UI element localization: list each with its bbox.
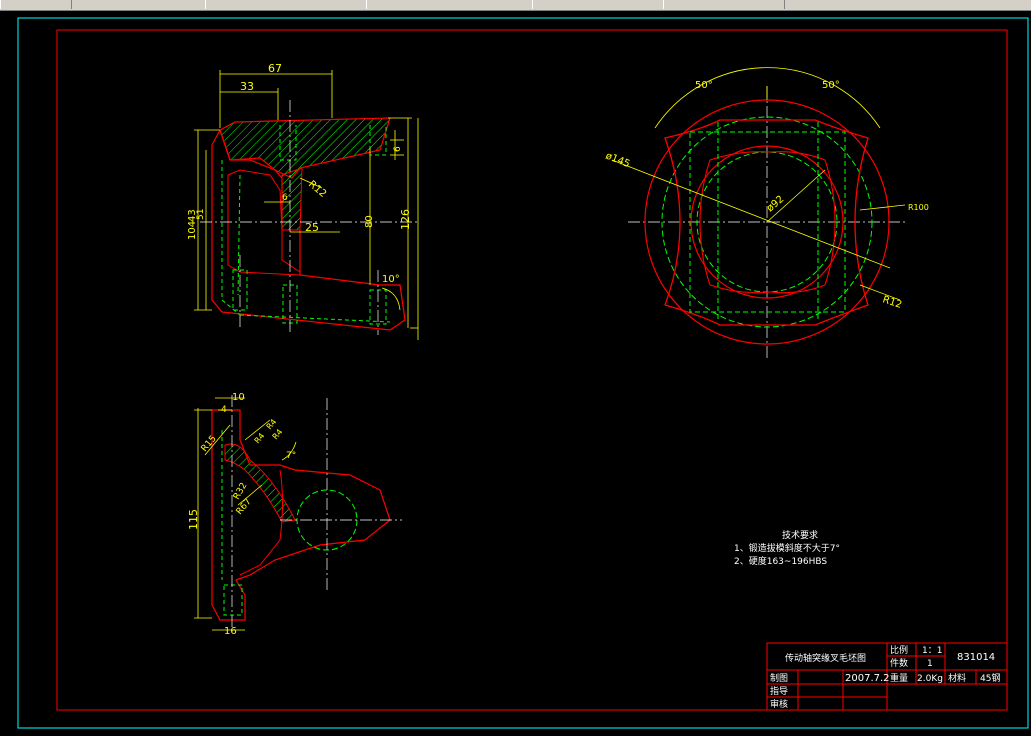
review-label: 审核 <box>770 698 788 710</box>
dim-67: 67 <box>268 62 282 75</box>
dim-50b: 50° <box>822 80 840 91</box>
drawn-label: 制图 <box>770 672 788 684</box>
qty-label: 件数 <box>890 657 908 669</box>
dim-r12-right: R12 <box>881 294 903 311</box>
dim-7deg: 7° <box>286 451 296 461</box>
window-tab[interactable] <box>0 0 72 9</box>
dim-104: 104 <box>187 221 198 240</box>
outer-border <box>17 17 1029 729</box>
dim-25: 25 <box>305 221 319 234</box>
notes-title: 技术要求 <box>782 529 818 541</box>
title-block: 传动轴突缘叉毛坯图 比例 1：1 件数 1 831014 制图 2007.7.2… <box>766 642 1008 711</box>
dim-6-right: 6 <box>393 146 403 152</box>
dim-r4a: R4 <box>253 431 267 445</box>
window-tab[interactable] <box>205 0 367 9</box>
dim-33: 33 <box>240 80 254 93</box>
window-tab[interactable] <box>663 0 785 9</box>
dim-r12: R12 <box>306 179 328 200</box>
window-tab[interactable] <box>532 0 664 9</box>
weight-value: 2.0Kg <box>917 674 943 684</box>
dim-50a: 50° <box>695 80 713 91</box>
dim-r15: R15 <box>200 434 219 454</box>
notes-line1: 1、锻造拔模斜度不大于7° <box>734 542 840 554</box>
dim-51: 51 <box>196 209 206 220</box>
front-view: 67 33 104 43 51 R12 6 25 80 126 6 10° <box>187 62 420 340</box>
dim-r100: R100 <box>908 203 929 212</box>
dim-4: 4 <box>221 405 227 415</box>
drawing-canvas[interactable]: 67 33 104 43 51 R12 6 25 80 126 6 10° 50… <box>0 10 1031 732</box>
top-view: 50° 50° ø145 ø92 R100 R12 <box>604 67 929 360</box>
window-tab[interactable] <box>366 0 533 9</box>
guide-label: 指导 <box>770 685 788 697</box>
notes-line2: 2、硬度163~196HBS <box>734 555 827 567</box>
dim-phi92: ø92 <box>765 194 787 215</box>
technical-notes: 技术要求 1、锻造拔模斜度不大于7° 2、硬度163~196HBS <box>734 529 840 567</box>
dim-80: 80 <box>364 215 375 228</box>
dim-10: 10 <box>232 392 245 403</box>
cad-drawing: 67 33 104 43 51 R12 6 25 80 126 6 10° 50… <box>17 17 1029 729</box>
dim-115: 115 <box>187 509 200 530</box>
dim-phi145: ø145 <box>604 151 632 171</box>
scale-label: 比例 <box>890 644 908 656</box>
qty-value: 1 <box>927 659 933 669</box>
dim-16: 16 <box>224 626 237 637</box>
weight-label: 重量 <box>890 672 908 684</box>
scale-value: 1：1 <box>922 646 942 656</box>
material-value: 45钢 <box>980 672 1000 684</box>
inner-border <box>56 29 1008 711</box>
dim-10deg: 10° <box>382 274 400 285</box>
dim-6: 6 <box>282 193 288 203</box>
dim-126: 126 <box>399 209 412 230</box>
date: 2007.7.2 <box>845 673 890 684</box>
side-view: 10 4 R15 R4 R4 R4 7° R32 R67 115 16 <box>187 392 402 637</box>
material-label: 材料 <box>948 672 966 684</box>
part-name: 传动轴突缘叉毛坯图 <box>785 652 866 664</box>
drawing-number: 831014 <box>957 652 995 663</box>
